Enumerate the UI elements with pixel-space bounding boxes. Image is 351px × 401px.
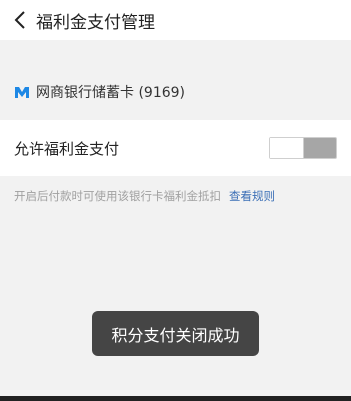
hint-row: 开启后付款时可使用该银行卡福利金抵扣 查看规则 — [0, 184, 351, 208]
bottom-bar — [0, 396, 351, 401]
header-bar: 福利金支付管理 — [0, 0, 351, 40]
back-button[interactable] — [4, 0, 36, 40]
hint-text: 开启后付款时可使用该银行卡福利金抵扣 — [14, 189, 221, 203]
toast-message: 积分支付关闭成功 — [92, 311, 259, 356]
allow-welfare-payment-row: 允许福利金支付 — [0, 120, 351, 176]
bank-card-name: 网商银行储蓄卡 (9169) — [36, 85, 186, 101]
allow-welfare-payment-switch[interactable] — [269, 137, 337, 159]
bank-card-row: 网商银行储蓄卡 (9169) — [0, 68, 351, 116]
chevron-left-icon — [14, 11, 25, 29]
page-title: 福利金支付管理 — [36, 12, 155, 33]
view-rules-link[interactable]: 查看规则 — [229, 188, 275, 204]
bank-logo-icon — [14, 84, 30, 100]
toggle-label: 允许福利金支付 — [14, 139, 120, 158]
switch-knob — [270, 138, 304, 158]
toast-text: 积分支付关闭成功 — [111, 325, 240, 345]
spacer — [0, 40, 351, 68]
